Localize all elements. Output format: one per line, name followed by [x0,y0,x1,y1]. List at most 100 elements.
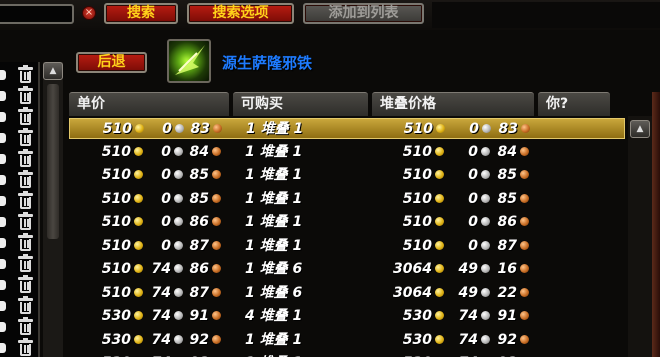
trash-icon[interactable] [18,317,33,335]
gold-amount: 510 [102,121,132,137]
copper-amount: 86 [189,214,209,230]
right-scrollbar[interactable]: ▲ [628,116,652,357]
trash-icon[interactable] [18,86,33,104]
column-header-available[interactable]: 可购买 [233,92,368,116]
silver-coin-icon [481,334,490,344]
table-row[interactable]: 530 74 92 1 堆叠 1 530 74 92 [69,330,625,351]
ore-item-icon[interactable] [167,39,211,83]
trash-icon[interactable] [18,149,33,167]
clear-search-icon[interactable]: × [82,6,96,20]
silver-amount: 0 [161,214,171,230]
gold-amount: 510 [101,143,131,160]
silver-amount: 0 [468,190,478,207]
list-entry-marker[interactable] [0,196,6,206]
list-entry-marker[interactable] [0,343,6,353]
copper-amount: 86 [189,261,209,277]
trash-icon[interactable] [18,254,33,272]
table-row[interactable]: 510 0 85 1 堆叠 1 510 0 85 [69,189,625,210]
item-name[interactable]: 源生萨隆邪铁 [222,52,312,73]
search-button[interactable]: 搜索 [104,3,178,24]
gold-coin-icon [134,170,143,179]
trash-icon[interactable] [18,107,33,125]
silver-amount: 0 [468,167,478,183]
price-cell: 530 74 91 [379,306,531,327]
silver-coin-icon [174,240,183,250]
silver-amount: 74 [151,284,171,301]
list-entry-marker[interactable] [0,154,6,164]
table-row[interactable]: 530 74 91 4 堆叠 1 530 74 91 [69,306,625,327]
available-cell: 1 堆叠 1 [245,167,303,183]
price-cell: 530 74 92 [91,353,223,357]
list-entry-marker[interactable] [0,217,6,227]
list-entry-marker[interactable] [0,280,6,290]
list-entry-marker[interactable] [0,133,6,143]
table-row[interactable]: 510 0 87 1 堆叠 1 510 0 87 [69,236,625,257]
list-entry-marker[interactable] [0,70,6,80]
silver-coin-icon [481,264,490,273]
trash-icon[interactable] [18,65,33,83]
search-options-button[interactable]: 搜索选项 [187,3,294,24]
list-entry-marker[interactable] [0,238,6,248]
table-row[interactable]: 530 74 92 1 堆叠 1 530 74 92 [69,353,625,357]
silver-coin-icon [175,124,184,133]
back-button[interactable]: 后退 [76,52,147,73]
gold-coin-icon [134,334,143,344]
search-input[interactable] [0,4,74,24]
trash-icon[interactable] [18,212,33,230]
copper-coin-icon [212,240,221,250]
ore-glow-icon [175,45,205,75]
column-header-unit-price[interactable]: 单价 [69,92,229,116]
table-row[interactable]: 510 0 84 1 堆叠 1 510 0 84 [69,142,625,163]
gold-amount: 510 [101,237,131,254]
available-cell: 1 堆叠 1 [246,121,304,137]
table-row[interactable]: 510 0 83 1 堆叠 1 510 0 83 [69,118,625,139]
trash-icon[interactable] [18,233,33,251]
column-header-yours[interactable]: 你? [538,92,610,116]
gold-coin-icon [435,193,444,203]
silver-amount: 74 [458,308,478,324]
left-scroll-thumb[interactable] [47,84,59,239]
available-cell: 1 堆叠 1 [245,331,303,348]
silver-coin-icon [174,146,183,156]
available-cell: 4 堆叠 1 [245,308,303,324]
scroll-up-icon[interactable]: ▲ [43,62,63,80]
list-entry-marker[interactable] [0,91,6,101]
price-cell: 530 74 91 [91,306,223,327]
list-entry-marker[interactable] [0,112,6,122]
price-cell: 510 0 83 [380,119,532,140]
trash-icon[interactable] [18,128,33,146]
table-row[interactable]: 510 0 86 1 堆叠 1 510 0 86 [69,212,625,233]
copper-coin-icon [520,264,529,273]
copper-amount: 91 [497,308,517,324]
add-to-list-button[interactable]: 添加到列表 [303,3,424,24]
table-row[interactable]: 510 74 87 1 堆叠 6 3064 49 22 [69,283,625,304]
copper-amount: 92 [189,331,209,348]
list-entry-marker[interactable] [0,301,6,311]
copper-coin-icon [212,334,221,344]
trash-icon[interactable] [18,170,33,188]
table-row[interactable]: 510 74 86 1 堆叠 6 3064 49 16 [69,259,625,280]
copper-amount: 16 [497,261,517,277]
price-cell: 510 0 85 [379,165,531,186]
silver-amount: 74 [151,261,171,277]
silver-coin-icon [481,193,490,203]
silver-coin-icon [174,334,183,344]
list-entry-marker[interactable] [0,322,6,332]
silver-amount: 74 [446,353,478,357]
list-entry-marker[interactable] [0,175,6,185]
column-header-stack-price[interactable]: 堆叠价格 [372,92,534,116]
trash-icon[interactable] [18,191,33,209]
trash-icon[interactable] [18,275,33,293]
trash-icon[interactable] [18,296,33,314]
list-entry-marker[interactable] [0,259,6,269]
copper-amount: 87 [189,284,209,301]
scroll-up-icon[interactable]: ▲ [630,120,650,138]
silver-amount: 74 [151,331,171,348]
copper-amount: 83 [498,121,518,137]
copper-amount: 87 [189,237,209,254]
silver-amount: 0 [161,237,171,254]
gold-amount: 3064 [393,261,432,277]
trash-icon[interactable] [18,338,33,356]
copper-coin-icon [212,311,221,320]
table-row[interactable]: 510 0 85 1 堆叠 1 510 0 85 [69,165,625,186]
